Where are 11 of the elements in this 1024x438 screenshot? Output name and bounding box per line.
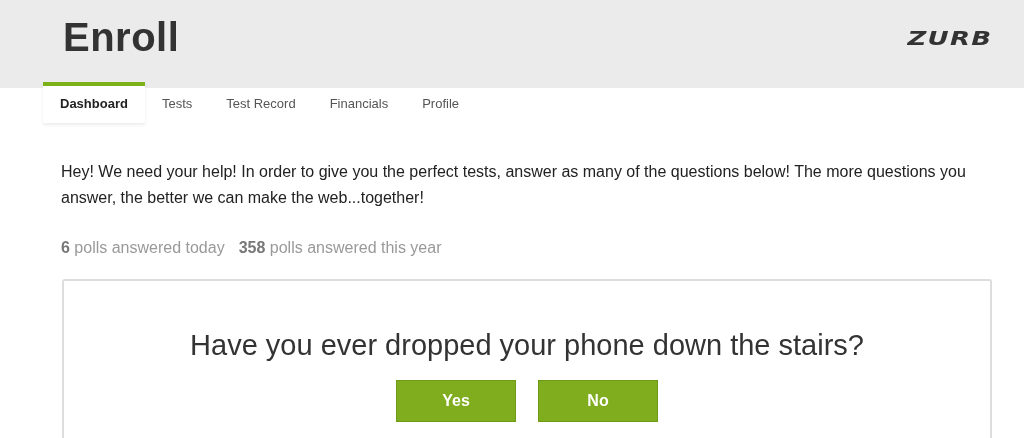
tab[interactable]: Test Record (209, 82, 313, 123)
tab[interactable]: Tests (144, 82, 210, 123)
tab[interactable]: Dashboard (43, 82, 145, 123)
logo: ZURB (907, 26, 992, 50)
stat-text: 6 polls answered today (61, 239, 225, 257)
tab[interactable]: Profile (405, 82, 476, 123)
intro-text: Hey! We need your help! In order to give you the perfect tests, answer as many of the questions below! The more questions you answer, the better we can make the web...together! (61, 162, 967, 208)
stat-text: 358 polls answered this year (238, 239, 442, 257)
poll-question: Have you ever dropped your phone down the stairs? (189, 329, 865, 362)
page-title: Enroll (63, 14, 180, 60)
tab[interactable]: Financials (312, 82, 406, 123)
